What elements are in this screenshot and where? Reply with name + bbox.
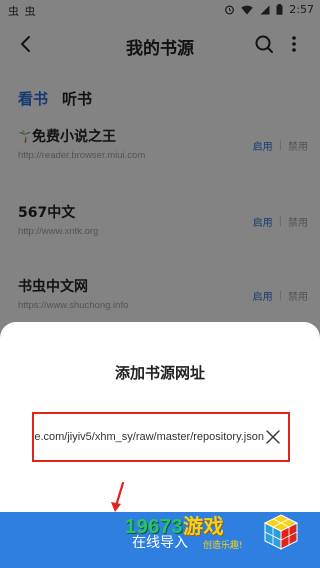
watermark-slogan: 创造乐趣! [203, 541, 243, 551]
source-url-input-value[interactable]: e.com/jiyiv5/xhm_sy/raw/master/repositor… [34, 431, 264, 443]
source-url-input[interactable]: e.com/jiyiv5/xhm_sy/raw/master/repositor… [32, 412, 290, 462]
watermark-brand-cn: 游戏 [183, 516, 225, 538]
watermark-logo: 19673游戏 创造乐趣! [125, 510, 315, 560]
clear-icon[interactable] [264, 428, 282, 446]
watermark-brand: 19673游戏 [125, 510, 224, 539]
watermark-brand-number: 19673 [125, 516, 184, 538]
rubik-cube-icon [263, 514, 299, 550]
dialog-title: 添加书源网址 [114, 364, 205, 382]
